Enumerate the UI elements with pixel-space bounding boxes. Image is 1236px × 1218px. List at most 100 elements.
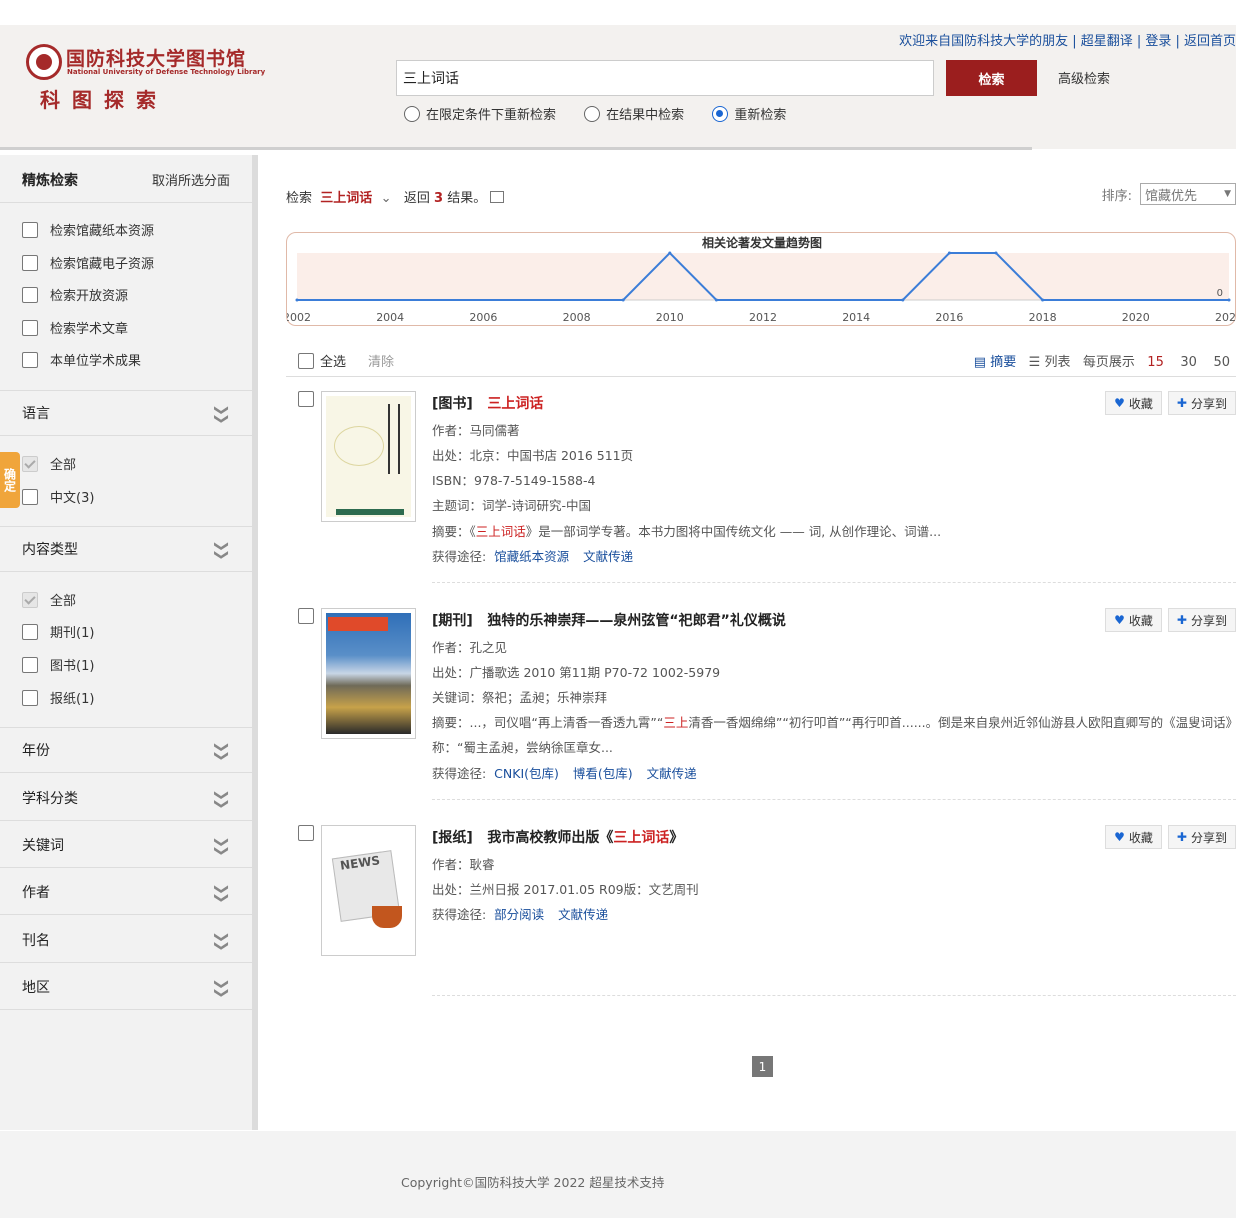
- query-dropdown[interactable]: 三上词话: [320, 191, 372, 206]
- book-cover-image: [326, 396, 411, 517]
- type-journal[interactable]: 期刊(1): [22, 622, 94, 641]
- heart-icon: ♥: [1114, 830, 1125, 844]
- result-keywords: 关键词：祭祀；孟昶；乐神崇拜: [432, 690, 608, 705]
- data-point: [994, 251, 998, 255]
- access-link[interactable]: 馆藏纸本资源: [494, 549, 569, 564]
- newspaper-icon: NEWS: [326, 830, 411, 951]
- facet-region[interactable]: 地区 ❯❯: [0, 964, 252, 1010]
- favorite-button[interactable]: ♥ 收藏: [1105, 391, 1162, 415]
- result-title[interactable]: [图书] 三上词话: [432, 393, 543, 413]
- library-logo[interactable]: 国防科技大学图书馆 National University of Defense…: [22, 40, 265, 120]
- facet-publication[interactable]: 刊名 ❯❯: [0, 917, 252, 963]
- resource-institution[interactable]: 本单位学术成果: [22, 350, 141, 369]
- journal-cover[interactable]: [321, 608, 416, 739]
- abstract-view-icon[interactable]: ▤: [974, 355, 986, 370]
- result-actions: ♥ 收藏 ✚ 分享到: [1099, 825, 1236, 849]
- checkbox[interactable]: [22, 656, 38, 673]
- access-link[interactable]: CNKI(包库): [494, 766, 559, 781]
- list-view-button[interactable]: 列表: [1044, 355, 1070, 370]
- favorite-button[interactable]: ♥ 收藏: [1105, 608, 1162, 632]
- type-book[interactable]: 图书(1): [22, 655, 94, 674]
- abstract-view-button[interactable]: 摘要: [990, 355, 1016, 370]
- type-newspaper[interactable]: 报纸(1): [22, 688, 94, 707]
- select-all-label[interactable]: 全选: [320, 351, 346, 370]
- per-page-30[interactable]: 30: [1180, 355, 1197, 370]
- facet-author[interactable]: 作者 ❯❯: [0, 869, 252, 915]
- data-point: [947, 251, 951, 255]
- select-all-checkbox[interactable]: [298, 352, 314, 369]
- result-access: 获得途径: 馆藏纸本资源 文献传递: [432, 549, 634, 564]
- heart-icon: ♥: [1114, 613, 1125, 627]
- page-1-button[interactable]: 1: [752, 1056, 773, 1077]
- cancel-facets-link[interactable]: 取消所选分面: [152, 170, 230, 189]
- advanced-search-link[interactable]: 高级检索: [1058, 68, 1110, 87]
- type-all[interactable]: 全部: [22, 590, 76, 609]
- chevron-down-icon[interactable]: ⌄: [376, 191, 395, 206]
- results-toolbar: 全选 清除 ▤ 摘要 ☰ 列表 每页展示 15 30 50: [286, 345, 1236, 377]
- checkbox[interactable]: [22, 286, 38, 303]
- confirm-button[interactable]: 确定: [0, 452, 20, 508]
- access-link[interactable]: 文献传递: [558, 907, 608, 922]
- share-button[interactable]: ✚ 分享到: [1167, 608, 1236, 632]
- resource-articles[interactable]: 检索学术文章: [22, 318, 128, 337]
- per-page-50[interactable]: 50: [1213, 355, 1230, 370]
- access-link[interactable]: 文献传递: [647, 766, 697, 781]
- resource-open[interactable]: 检索开放资源: [22, 285, 128, 304]
- checkbox[interactable]: [22, 254, 38, 271]
- result-checkbox[interactable]: [298, 608, 314, 624]
- sort-select[interactable]: 馆藏优先 ▼: [1140, 183, 1236, 205]
- journal-masthead: [328, 617, 388, 631]
- result-checkbox[interactable]: [298, 391, 314, 407]
- chevron-down-icon: ❯❯: [213, 835, 230, 854]
- radio-new-search[interactable]: 重新检索: [712, 104, 786, 123]
- access-link[interactable]: 博看(包库): [573, 766, 633, 781]
- per-page-15[interactable]: 15: [1147, 355, 1164, 370]
- facet-year[interactable]: 年份 ❯❯: [0, 727, 252, 773]
- book-cover[interactable]: [321, 391, 416, 522]
- result-divider: [432, 799, 1236, 800]
- clear-link[interactable]: 清除: [368, 351, 394, 370]
- radio-refine-within-conditions[interactable]: 在限定条件下重新检索: [404, 104, 556, 123]
- resource-electronic[interactable]: 检索馆藏电子资源: [22, 253, 154, 272]
- result-title[interactable]: [报纸] 我市高校教师出版《三上词话》: [432, 827, 683, 847]
- top-links[interactable]: 欢迎来自国防科技大学的朋友 | 超星翻译 | 登录 | 返回首页: [899, 30, 1236, 49]
- language-all[interactable]: 全部: [22, 454, 76, 473]
- result-author: 作者：孔之见: [432, 640, 508, 655]
- checkbox[interactable]: [22, 221, 38, 238]
- trend-chart: 相关论著发文量趋势图 2002 2004 2006 2008 2010 2012 2014 20…: [286, 232, 1236, 326]
- newspaper-cover[interactable]: NEWS: [321, 825, 416, 956]
- result-title[interactable]: [期刊] 独特的乐神崇拜——泉州弦管“祀郎君”礼仪概说: [432, 610, 786, 630]
- checkbox[interactable]: [22, 488, 38, 505]
- facet-content-type[interactable]: 内容类型 ❯❯: [0, 526, 252, 572]
- resource-paper[interactable]: 检索馆藏纸本资源: [22, 220, 154, 239]
- chevron-down-icon: ❯❯: [213, 741, 230, 759]
- search-input[interactable]: [396, 60, 934, 96]
- refine-header: 精炼检索 取消所选分面: [0, 157, 252, 203]
- chevron-down-icon: ❯❯: [213, 540, 230, 558]
- facet-subject[interactable]: 学科分类 ❯❯: [0, 775, 252, 821]
- checkbox[interactable]: [22, 623, 38, 640]
- radio-icon[interactable]: [584, 105, 601, 122]
- language-chinese[interactable]: 中文(3): [22, 487, 94, 506]
- data-point: [714, 298, 718, 302]
- access-link[interactable]: 部分阅读: [494, 907, 544, 922]
- search-button[interactable]: 检索: [946, 60, 1037, 96]
- radio-icon[interactable]: [404, 105, 420, 122]
- result-checkbox[interactable]: [298, 825, 314, 841]
- checkbox[interactable]: [22, 689, 38, 706]
- checkbox[interactable]: [22, 319, 38, 336]
- list-view-icon[interactable]: ☰: [1029, 355, 1041, 370]
- cover-band: [336, 509, 404, 515]
- radio-search-in-results[interactable]: 在结果中检索: [584, 104, 684, 123]
- access-link[interactable]: 文献传递: [583, 549, 633, 564]
- checkbox[interactable]: [22, 351, 38, 368]
- facet-language[interactable]: 语言 ❯❯: [0, 390, 252, 436]
- radio-selected-icon[interactable]: [712, 105, 729, 122]
- save-icon[interactable]: [490, 191, 505, 203]
- result-summary: 检索 三上词话 ⌄ 返回 3 结果。: [286, 187, 505, 206]
- data-point: [668, 251, 672, 255]
- facet-keyword[interactable]: 关键词 ❯❯: [0, 822, 252, 868]
- share-button[interactable]: ✚ 分享到: [1167, 825, 1236, 849]
- share-button[interactable]: ✚ 分享到: [1167, 391, 1236, 415]
- favorite-button[interactable]: ♥ 收藏: [1105, 825, 1162, 849]
